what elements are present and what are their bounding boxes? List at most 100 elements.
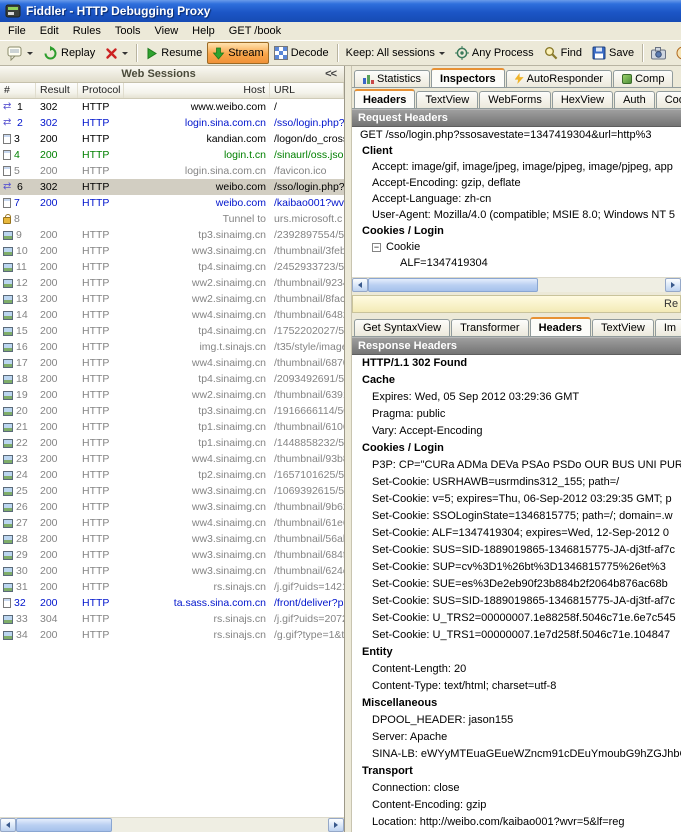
remove-button[interactable] bbox=[100, 42, 133, 64]
response-header-line[interactable]: Connection: close bbox=[352, 780, 681, 797]
comment-button[interactable] bbox=[2, 42, 38, 64]
session-row[interactable]: 22200HTTPtp1.sinaimg.cn/1448858232/50 bbox=[0, 435, 344, 451]
session-row[interactable]: 4200HTTPlogin.t.cn/sinaurl/oss.json bbox=[0, 147, 344, 163]
request-tab-auth[interactable]: Auth bbox=[614, 91, 655, 108]
response-header-line[interactable]: Set-Cookie: SUE=es%3De2eb90f23b884b2f206… bbox=[352, 576, 681, 593]
session-row[interactable]: 34200HTTPrs.sinajs.cn/g.gif?type=1&t bbox=[0, 627, 344, 643]
session-row[interactable]: 26200HTTPww3.sinaimg.cn/thumbnail/9b62 bbox=[0, 499, 344, 515]
response-section-header[interactable]: Cookies / Login bbox=[352, 440, 681, 457]
session-row[interactable]: 29200HTTPww3.sinaimg.cn/thumbnail/684f bbox=[0, 547, 344, 563]
screenshot-button[interactable] bbox=[646, 42, 671, 64]
scroll-right-button[interactable] bbox=[665, 278, 681, 292]
menu-get-book[interactable]: GET /book bbox=[222, 23, 288, 39]
response-header-line[interactable]: Set-Cookie: SUS=SID-1889019865-134681577… bbox=[352, 593, 681, 610]
panel-splitter[interactable] bbox=[345, 66, 352, 832]
request-line[interactable]: GET /sso/login.php?ssosavestate=13474193… bbox=[352, 127, 681, 143]
response-header-line[interactable]: Content-Type: text/html; charset=utf-8 bbox=[352, 678, 681, 695]
scroll-right-button[interactable] bbox=[328, 818, 344, 832]
request-section-header[interactable]: Client bbox=[352, 143, 681, 159]
response-tab-transformer[interactable]: Transformer bbox=[451, 319, 529, 336]
column-header-protocol[interactable]: Protocol bbox=[78, 83, 124, 98]
session-row[interactable]: 16200HTTPimg.t.sinajs.cn/t35/style/image bbox=[0, 339, 344, 355]
session-row[interactable]: 7200HTTPweibo.com/kaibao001?wvr= bbox=[0, 195, 344, 211]
response-header-line[interactable]: Set-Cookie: SUP=cv%3D1%26bt%3D1346815775… bbox=[352, 559, 681, 576]
session-row[interactable]: 8Tunnel tours.microsoft.c bbox=[0, 211, 344, 227]
response-header-line[interactable]: Set-Cookie: U_TRS2=00000007.1e88258f.504… bbox=[352, 610, 681, 627]
tab-comp[interactable]: Comp bbox=[613, 70, 673, 87]
menu-help[interactable]: Help bbox=[185, 23, 222, 39]
response-section-header[interactable]: Entity bbox=[352, 644, 681, 661]
response-header-line[interactable]: Set-Cookie: SSOLoginState=1346815775; pa… bbox=[352, 508, 681, 525]
replay-button[interactable]: Replay bbox=[38, 42, 100, 64]
request-tab-headers[interactable]: Headers bbox=[354, 89, 415, 109]
response-header-line[interactable]: Set-Cookie: U_TRS1=00000007.1e7d258f.504… bbox=[352, 627, 681, 644]
session-row[interactable]: 13200HTTPww2.sinaimg.cn/thumbnail/8fac bbox=[0, 291, 344, 307]
session-row[interactable]: 12200HTTPww2.sinaimg.cn/thumbnail/9234 bbox=[0, 275, 344, 291]
session-row[interactable]: 15200HTTPtp4.sinaimg.cn/1752202027/50 bbox=[0, 323, 344, 339]
session-row[interactable]: 27200HTTPww4.sinaimg.cn/thumbnail/61e6 bbox=[0, 515, 344, 531]
request-section-header[interactable]: Cookies / Login bbox=[352, 223, 681, 239]
session-row[interactable]: 21200HTTPtp1.sinaimg.cn/thumbnail/6106 bbox=[0, 419, 344, 435]
scroll-left-button[interactable] bbox=[352, 278, 368, 292]
session-row[interactable]: 3200HTTPkandian.com/logon/do_cross bbox=[0, 131, 344, 147]
request-header-line[interactable]: ALF=1347419304 bbox=[352, 255, 681, 271]
response-header-line[interactable]: Set-Cookie: SUS=SID-1889019865-134681577… bbox=[352, 542, 681, 559]
session-row[interactable]: 28200HTTPww3.sinaimg.cn/thumbnail/56ab bbox=[0, 531, 344, 547]
response-header-line[interactable]: Vary: Accept-Encoding bbox=[352, 423, 681, 440]
response-tab-headers[interactable]: Headers bbox=[530, 317, 591, 337]
response-header-line[interactable]: DPOOL_HEADER: jason155 bbox=[352, 712, 681, 729]
session-row[interactable]: 33304HTTPrs.sinajs.cn/j.gif?uids=2072 bbox=[0, 611, 344, 627]
request-header-line[interactable]: Accept: image/gif, image/jpeg, image/pjp… bbox=[352, 159, 681, 175]
collapse-minus-icon[interactable]: − bbox=[372, 243, 381, 252]
response-tab-get-syntaxview[interactable]: Get SyntaxView bbox=[354, 319, 450, 336]
decode-toggle-button[interactable]: Decode bbox=[269, 42, 334, 64]
session-row[interactable]: 9200HTTPtp3.sinaimg.cn/2392897554/50 bbox=[0, 227, 344, 243]
response-header-line[interactable]: P3P: CP="CURa ADMa DEVa PSAo PSDo OUR BU… bbox=[352, 457, 681, 474]
tab-autoresponder[interactable]: AutoResponder bbox=[506, 70, 612, 87]
menu-rules[interactable]: Rules bbox=[66, 23, 108, 39]
response-section-header[interactable]: Cache bbox=[352, 372, 681, 389]
column-header-result[interactable]: Result bbox=[36, 83, 78, 98]
session-row[interactable]: 10200HTTPww3.sinaimg.cn/thumbnail/3feb bbox=[0, 243, 344, 259]
menu-file[interactable]: File bbox=[1, 23, 33, 39]
session-row[interactable]: 18200HTTPtp4.sinaimg.cn/2093492691/50 bbox=[0, 371, 344, 387]
response-status-line[interactable]: HTTP/1.1 302 Found bbox=[352, 355, 681, 372]
session-row[interactable]: 31200HTTPrs.sinajs.cn/j.gif?uids=1421 bbox=[0, 579, 344, 595]
keep-sessions-dropdown[interactable]: Keep: All sessions bbox=[341, 42, 450, 64]
session-row[interactable]: 19200HTTPww2.sinaimg.cn/thumbnail/6391 bbox=[0, 387, 344, 403]
column-header-host[interactable]: Host bbox=[124, 83, 270, 98]
response-tab-textview[interactable]: TextView bbox=[592, 319, 654, 336]
tab-inspectors[interactable]: Inspectors bbox=[431, 68, 505, 88]
scroll-thumb[interactable] bbox=[368, 278, 538, 292]
response-header-line[interactable]: Location: http://weibo.com/kaibao001?wvr… bbox=[352, 814, 681, 831]
response-section-header[interactable]: Miscellaneous bbox=[352, 695, 681, 712]
session-row[interactable]: 32200HTTPta.sass.sina.com.cn/front/deliv… bbox=[0, 595, 344, 611]
save-button[interactable]: Save bbox=[587, 42, 639, 64]
scroll-thumb[interactable] bbox=[16, 818, 112, 832]
find-button[interactable]: Find bbox=[539, 42, 587, 64]
request-tab-webforms[interactable]: WebForms bbox=[479, 91, 551, 108]
response-header-line[interactable]: Pragma: public bbox=[352, 406, 681, 423]
sessions-hscrollbar[interactable] bbox=[0, 817, 344, 832]
response-section-header[interactable]: Transport bbox=[352, 763, 681, 780]
session-row[interactable]: 23200HTTPww4.sinaimg.cn/thumbnail/93b8 bbox=[0, 451, 344, 467]
request-header-line[interactable]: Accept-Encoding: gzip, deflate bbox=[352, 175, 681, 191]
request-tab-cookies[interactable]: Cookies bbox=[656, 91, 681, 108]
column-header-url[interactable]: URL bbox=[270, 83, 344, 98]
response-header-line[interactable]: Content-Encoding: gzip bbox=[352, 797, 681, 814]
any-process-button[interactable]: Any Process bbox=[450, 42, 539, 64]
session-row[interactable]: 25200HTTPww3.sinaimg.cn/1069392615/50 bbox=[0, 483, 344, 499]
menu-edit[interactable]: Edit bbox=[33, 23, 66, 39]
response-header-line[interactable]: Set-Cookie: ALF=1347419304; expires=Wed,… bbox=[352, 525, 681, 542]
request-header-line[interactable]: User-Agent: Mozilla/4.0 (compatible; MSI… bbox=[352, 207, 681, 223]
request-hscrollbar[interactable] bbox=[352, 277, 681, 292]
request-tab-textview[interactable]: TextView bbox=[416, 91, 478, 108]
session-row[interactable]: 24200HTTPtp2.sinaimg.cn/1657101625/50 bbox=[0, 467, 344, 483]
stream-toggle-button[interactable]: Stream bbox=[207, 42, 268, 64]
column-header-num[interactable]: # bbox=[0, 83, 36, 98]
session-row[interactable]: 5200HTTPlogin.sina.com.cn/favicon.ico bbox=[0, 163, 344, 179]
response-header-line[interactable]: Expires: Wed, 05 Sep 2012 03:29:36 GMT bbox=[352, 389, 681, 406]
request-header-line[interactable]: −Cookie bbox=[352, 239, 681, 255]
request-header-line[interactable]: Accept-Language: zh-cn bbox=[352, 191, 681, 207]
response-header-line[interactable]: Set-Cookie: USRHAWB=usrmdins312_155; pat… bbox=[352, 474, 681, 491]
